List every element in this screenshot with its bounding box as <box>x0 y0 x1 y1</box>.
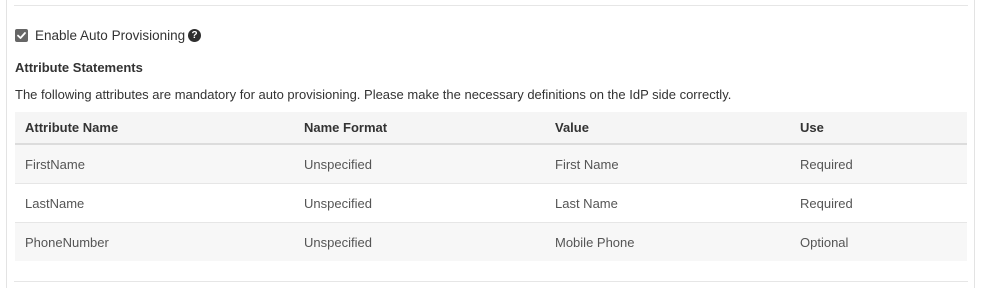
cell-value: First Name <box>545 144 790 184</box>
column-header-attribute-name: Attribute Name <box>15 112 294 145</box>
bottom-divider <box>14 281 968 282</box>
cell-attribute-name: PhoneNumber <box>15 222 294 261</box>
cell-value: Last Name <box>545 183 790 223</box>
cell-name-format: Unspecified <box>294 183 545 223</box>
auto-provisioning-row: Enable Auto Provisioning ? <box>15 27 202 43</box>
table-row: LastName Unspecified Last Name Required <box>15 183 967 223</box>
cell-attribute-name: FirstName <box>15 144 294 184</box>
table-row: PhoneNumber Unspecified Mobile Phone Opt… <box>15 222 967 261</box>
table-header-row: Attribute Name Name Format Value Use <box>15 112 967 145</box>
attribute-statements-table: Attribute Name Name Format Value Use Fir… <box>15 112 967 261</box>
top-divider <box>14 5 968 6</box>
enable-auto-provisioning-checkbox[interactable] <box>15 28 28 42</box>
cell-name-format: Unspecified <box>294 144 545 184</box>
cell-use: Optional <box>790 222 967 261</box>
column-header-use: Use <box>790 112 967 145</box>
column-header-value: Value <box>545 112 790 145</box>
cell-use: Required <box>790 183 967 223</box>
section-description: The following attributes are mandatory f… <box>15 87 732 102</box>
cell-use: Required <box>790 144 967 184</box>
checkmark-icon <box>17 31 26 39</box>
section-title: Attribute Statements <box>15 60 143 75</box>
table-row: FirstName Unspecified First Name Require… <box>15 144 967 184</box>
enable-auto-provisioning-label[interactable]: Enable Auto Provisioning <box>35 28 185 43</box>
cell-value: Mobile Phone <box>545 222 790 261</box>
question-circle-icon[interactable]: ? <box>188 28 202 42</box>
cell-name-format: Unspecified <box>294 222 545 261</box>
column-header-name-format: Name Format <box>294 112 545 145</box>
cell-attribute-name: LastName <box>15 183 294 223</box>
